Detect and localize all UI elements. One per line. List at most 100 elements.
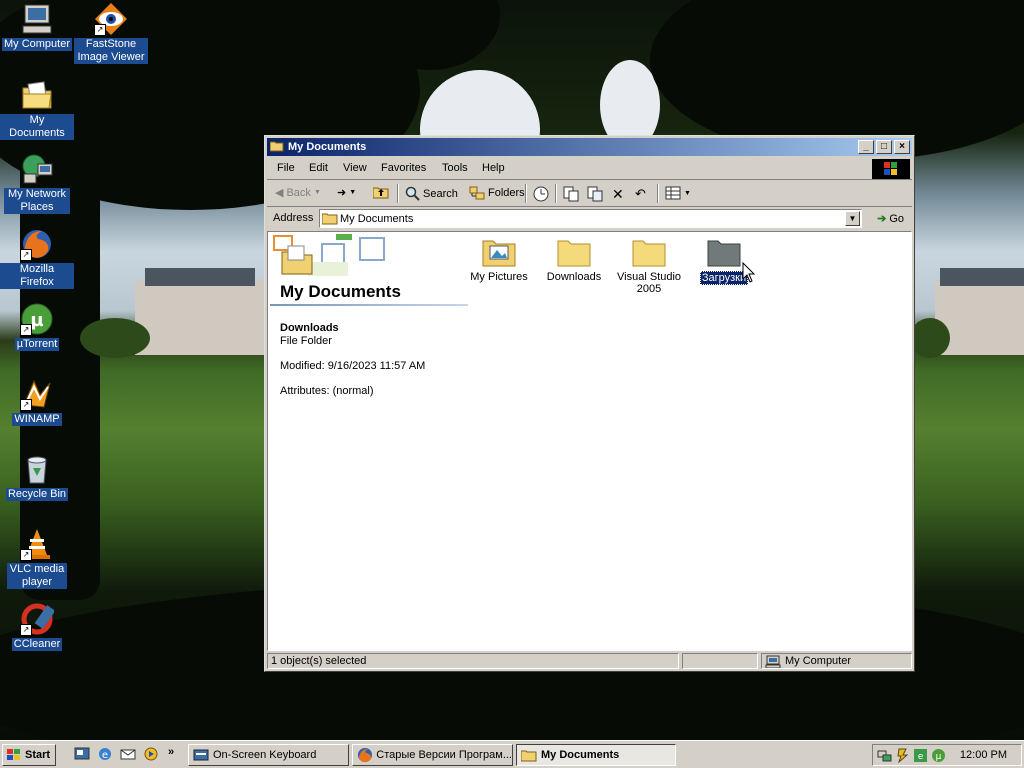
computer-icon	[765, 655, 781, 668]
up-folder-button[interactable]	[373, 186, 389, 199]
views-icon	[665, 186, 681, 200]
desktop-icon-network[interactable]: My Network Places	[0, 152, 74, 214]
window-titlebar[interactable]: My Documents _ □ ×	[267, 138, 912, 156]
copy-to-button[interactable]	[587, 186, 603, 202]
up-folder-icon	[373, 187, 389, 199]
desktop-icon-recycle-bin[interactable]: Recycle Bin	[0, 452, 74, 501]
file-item-downloads[interactable]: Downloads	[534, 237, 614, 283]
undo-icon: ↶	[635, 186, 646, 201]
status-zone: My Computer	[761, 653, 912, 669]
task-on-screen-keyboard[interactable]: On-Screen Keyboard	[188, 744, 349, 766]
task-firefox[interactable]: Старые Версии Програм...	[352, 744, 513, 766]
undo-button[interactable]: ↶	[635, 186, 646, 202]
winamp-icon: ↗	[20, 377, 54, 411]
menu-view[interactable]: View	[343, 162, 367, 174]
desktop-icon-label: My Computer	[1, 38, 73, 51]
move-to-icon	[563, 186, 579, 202]
folder-view[interactable]: My Documents Downloads File Folder Modif…	[267, 231, 912, 651]
menu-bar: File Edit View Favorites Tools Help	[267, 158, 912, 180]
utorrent-icon: µ ↗	[20, 302, 54, 336]
selection-details: Downloads File Folder Modified: 9/16/202…	[280, 322, 425, 398]
outlook-express-icon[interactable]	[120, 746, 136, 762]
move-to-button[interactable]	[563, 186, 579, 202]
history-button[interactable]	[533, 186, 549, 202]
desktop-icon-my-documents[interactable]: My Documents	[0, 78, 74, 140]
menu-favorites[interactable]: Favorites	[381, 162, 426, 174]
show-desktop-icon[interactable]	[74, 746, 90, 762]
winamp-agent-icon[interactable]: e	[913, 748, 928, 763]
media-player-icon[interactable]	[143, 746, 159, 762]
svg-text:µ: µ	[936, 752, 942, 762]
quick-launch-more[interactable]: »	[168, 746, 174, 758]
folder-documents-icon	[20, 78, 54, 112]
folders-icon	[469, 186, 485, 200]
system-tray: e µ 12:00 PM	[872, 744, 1022, 766]
clock[interactable]: 12:00 PM	[960, 749, 1007, 761]
folder-icon	[269, 140, 284, 152]
folder-documents-icon	[321, 212, 338, 225]
desktop-icon-my-computer[interactable]: My Computer	[0, 2, 74, 51]
desktop-icon-vlc[interactable]: ↗ VLC media player	[0, 527, 74, 589]
vlc-cone-icon: ↗	[20, 527, 54, 561]
delete-button[interactable]: ✕	[612, 186, 624, 203]
menu-help[interactable]: Help	[482, 162, 505, 174]
desktop-icon-label: µTorrent	[14, 338, 60, 351]
folder-documents-icon	[521, 750, 537, 761]
address-input[interactable]: My Documents ▼	[319, 209, 862, 228]
folder-icon	[707, 237, 741, 267]
desktop-icon-ccleaner[interactable]: ↗ CCleaner	[0, 602, 74, 651]
internet-explorer-icon[interactable]: e	[97, 746, 113, 762]
search-button[interactable]: Search	[405, 186, 458, 201]
desktop-icon-faststone[interactable]: ↗ FastStone Image Viewer	[74, 2, 148, 64]
menu-file[interactable]: File	[277, 162, 295, 174]
status-empty-pane	[682, 653, 758, 669]
desktop-icon-firefox[interactable]: ↗ Mozilla Firefox	[0, 227, 74, 289]
svg-text:e: e	[918, 752, 924, 762]
toolbar: ◀ Back ▼ ➜ ▼ Search Folders ✕ ↶ ▼	[267, 181, 912, 207]
utorrent-tray-icon[interactable]: µ	[931, 748, 946, 763]
explorer-window[interactable]: My Documents _ □ × File Edit View Favori…	[264, 135, 915, 672]
pane-title: My Documents	[280, 282, 401, 301]
copy-to-icon	[587, 186, 603, 202]
folders-button[interactable]: Folders	[469, 186, 525, 200]
network-icon	[20, 152, 54, 186]
folder-banner-icon	[273, 234, 385, 276]
firefox-icon: ↗	[20, 227, 54, 261]
menu-edit[interactable]: Edit	[309, 162, 328, 174]
start-button[interactable]: Start	[2, 744, 56, 766]
file-item-visual-studio-2005[interactable]: Visual Studio 2005	[609, 237, 689, 295]
views-button[interactable]: ▼	[665, 186, 691, 200]
selected-item-attributes: Attributes: (normal)	[280, 385, 374, 397]
desktop-icon-utorrent[interactable]: µ ↗ µTorrent	[0, 302, 74, 351]
close-button[interactable]: ×	[894, 140, 910, 154]
back-button[interactable]: ◀ Back ▼	[275, 186, 321, 200]
back-arrow-icon: ◀	[275, 187, 284, 199]
maximize-button[interactable]: □	[876, 140, 892, 154]
delete-x-icon: ✕	[612, 186, 624, 202]
task-my-documents[interactable]: My Documents	[516, 744, 676, 766]
minimize-button[interactable]: _	[858, 140, 874, 154]
eye-icon: ↗	[94, 2, 128, 36]
recycle-bin-icon	[20, 452, 54, 486]
selected-item-modified: Modified: 9/16/2023 11:57 AM	[280, 360, 426, 372]
power-plug-icon[interactable]	[895, 748, 910, 763]
desktop-icon-label: My Network Places	[4, 188, 70, 214]
webview-info-pane: My Documents Downloads File Folder Modif…	[268, 232, 468, 650]
forward-button[interactable]: ➜ ▼	[337, 186, 356, 199]
file-item-my-pictures[interactable]: My Pictures	[459, 237, 539, 283]
history-clock-icon	[533, 186, 549, 202]
selected-item-name: Downloads	[280, 322, 339, 334]
status-selection: 1 object(s) selected	[267, 653, 679, 669]
network-connection-icon[interactable]	[877, 748, 892, 763]
menu-tools[interactable]: Tools	[442, 162, 468, 174]
address-bar: Address My Documents ▼ ➔ Go	[267, 207, 912, 230]
chevron-down-icon: ▼	[684, 189, 691, 197]
svg-text:e: e	[102, 750, 108, 761]
go-button[interactable]: ➔ Go	[877, 212, 904, 226]
forward-arrow-icon: ➜	[337, 187, 347, 199]
desktop-icon-label: FastStone Image Viewer	[74, 38, 148, 64]
windows-logo-icon	[7, 749, 20, 760]
desktop-icon-winamp[interactable]: ↗ WINAMP	[0, 377, 74, 426]
chevron-down-icon: ▼	[313, 189, 321, 196]
address-dropdown-button[interactable]: ▼	[845, 211, 860, 226]
